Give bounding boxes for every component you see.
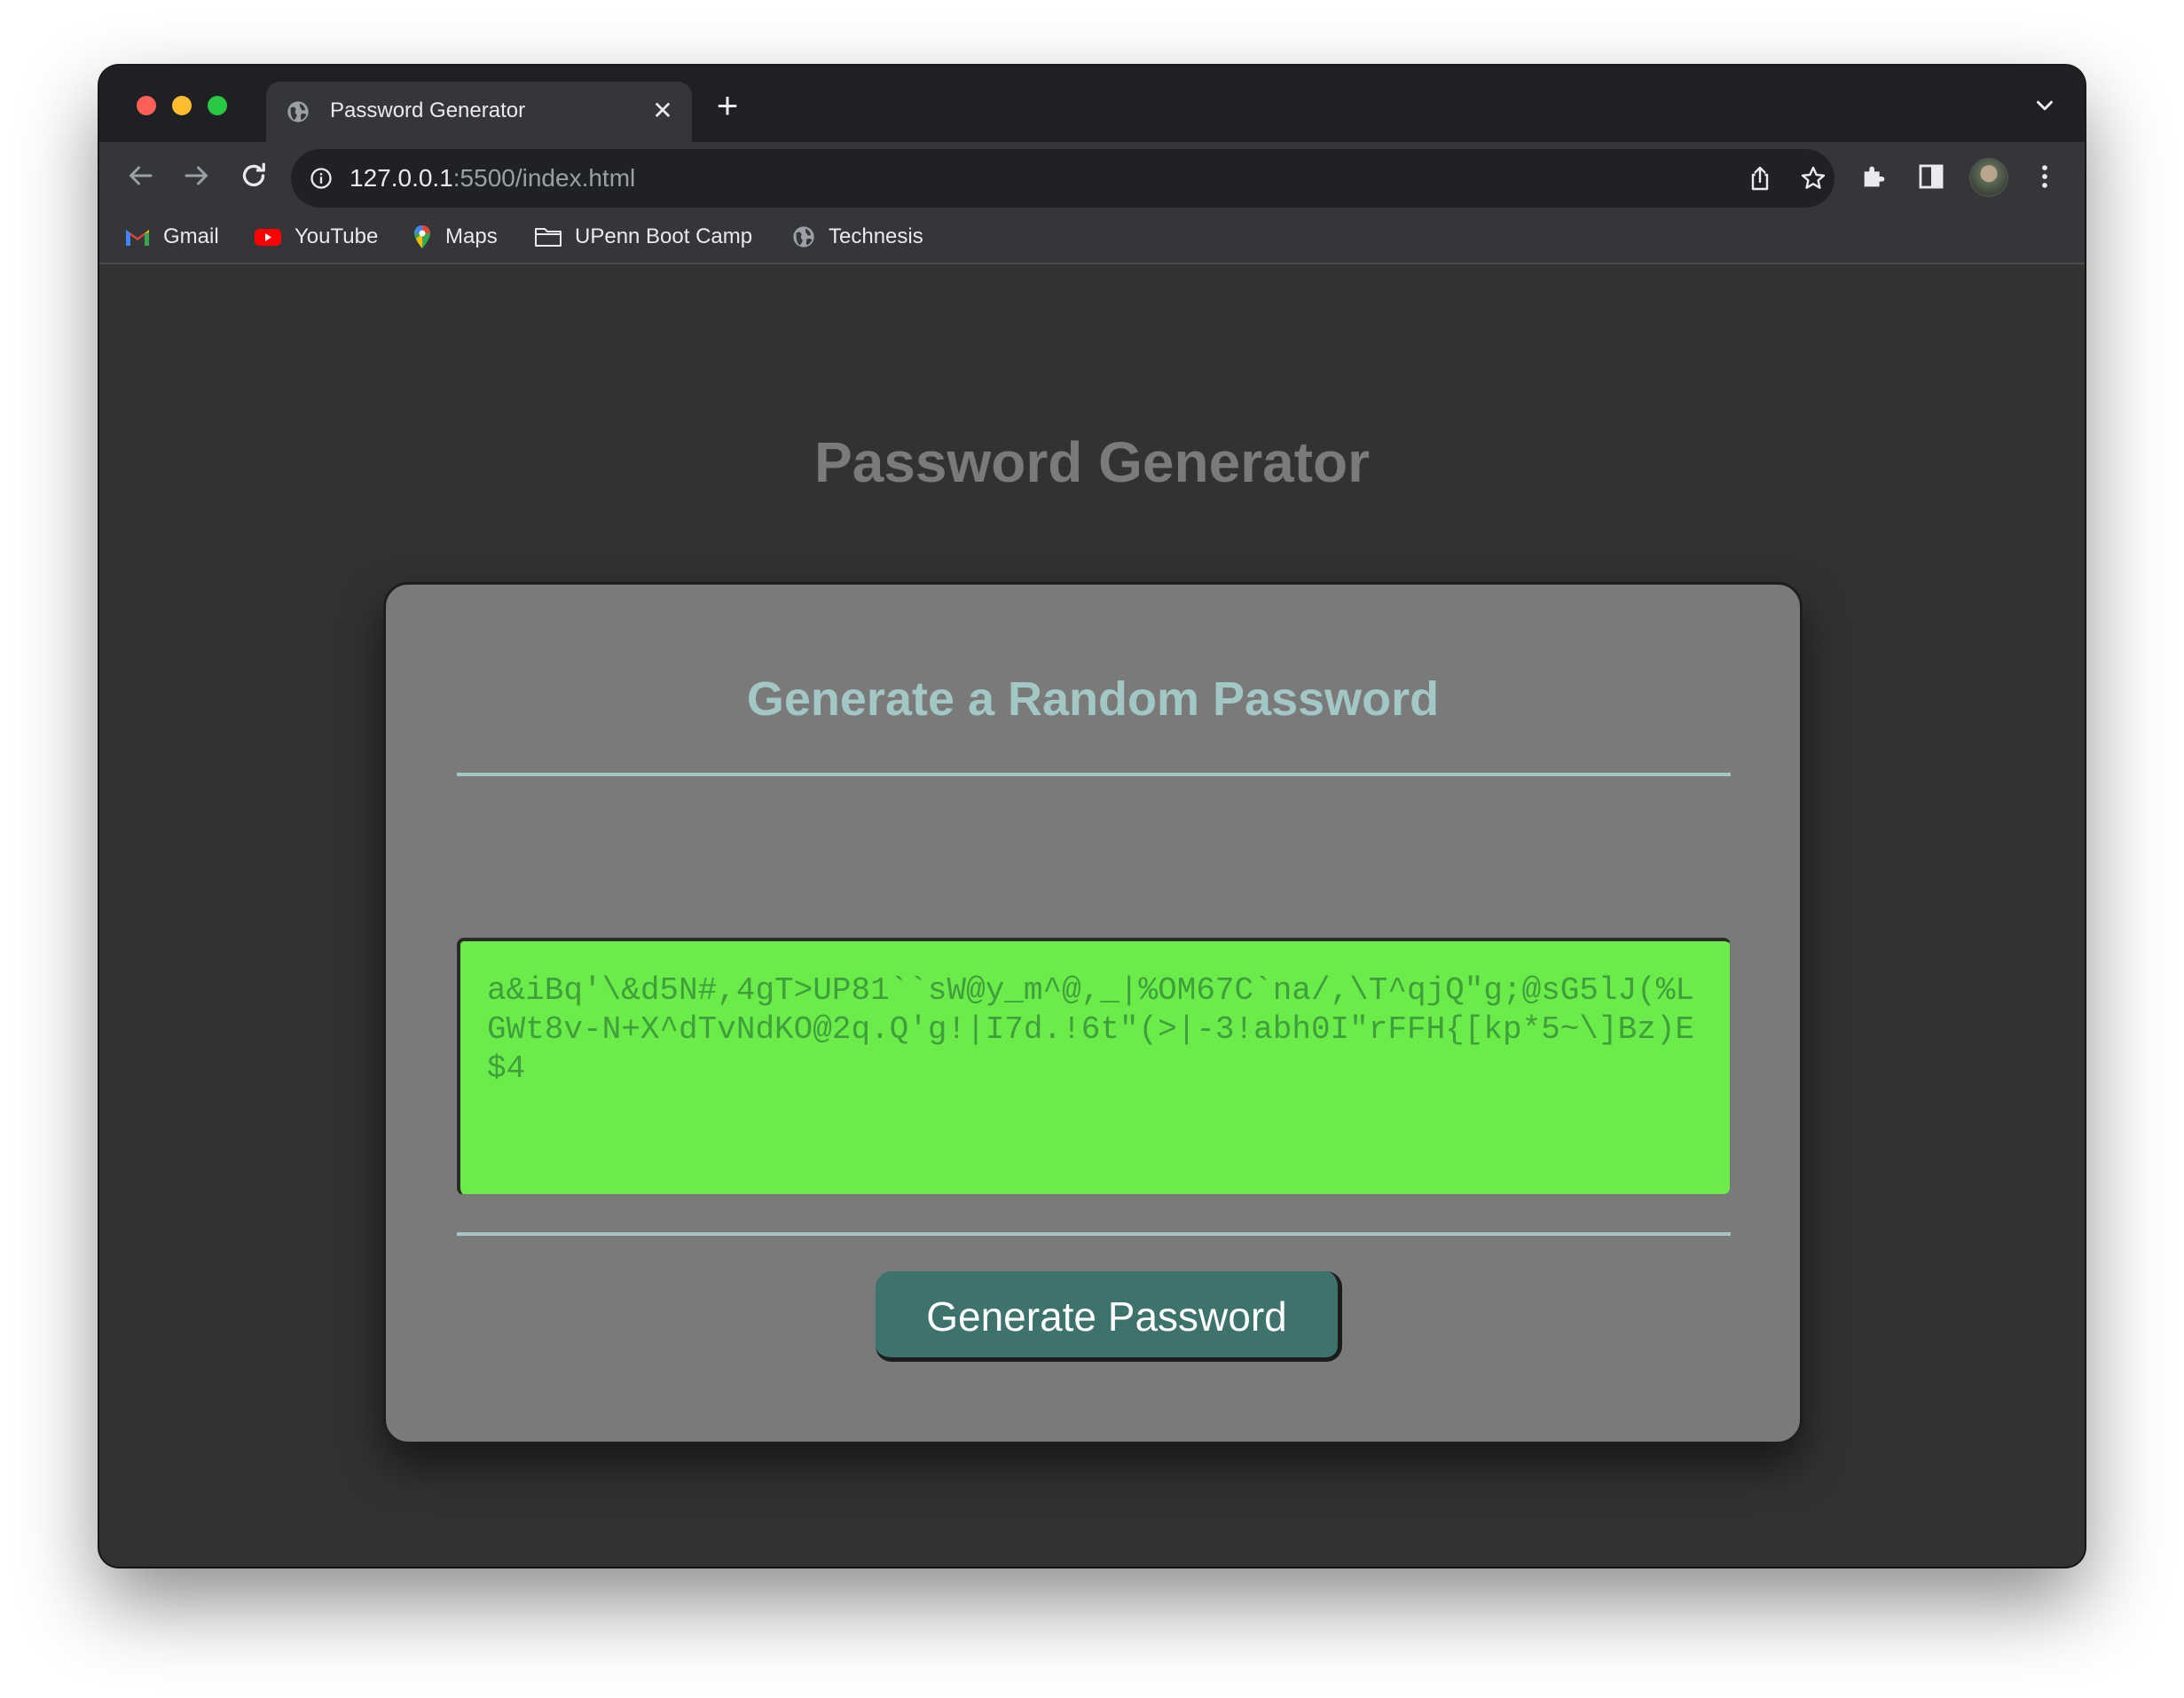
forward-arrow-icon[interactable] (181, 160, 213, 192)
new-tab-button[interactable]: + (711, 87, 743, 124)
tab-strip: Password Generator ✕ + (99, 66, 2085, 142)
url-host: 127.0.0.1 (350, 164, 453, 192)
side-panel-icon[interactable] (1916, 161, 1946, 192)
bookmark-maps[interactable]: Maps (412, 222, 498, 252)
browser-window: Password Generator ✕ + 127.0.0.1:5500/in… (99, 66, 2085, 1567)
profile-avatar[interactable] (1969, 158, 2008, 197)
close-window-button[interactable] (137, 96, 156, 115)
tab-password-generator[interactable]: Password Generator ✕ (266, 82, 692, 142)
bookmark-label: YouTube (295, 224, 379, 248)
page-viewport: Password Generator Generate a Random Pas… (99, 264, 2085, 1567)
bookmark-label: Maps (445, 224, 498, 248)
maximize-window-button[interactable] (208, 96, 227, 115)
info-icon[interactable] (309, 166, 334, 191)
minimize-window-button[interactable] (172, 96, 192, 115)
star-icon[interactable] (1799, 164, 1827, 193)
globe-icon (793, 226, 814, 248)
browser-toolbar: 127.0.0.1:5500/index.html (99, 142, 2085, 211)
bookmark-gmail[interactable]: Gmail (124, 222, 219, 252)
bookmark-label: UPenn Boot Camp (575, 224, 753, 248)
bookmarks-bar: Gmail YouTube Maps UPenn Boot Camp Techn… (99, 211, 2085, 264)
bookmark-technesis[interactable]: Technesis (791, 222, 923, 252)
close-tab-icon[interactable]: ✕ (649, 98, 676, 124)
address-bar[interactable]: 127.0.0.1:5500/index.html (291, 149, 1834, 208)
generator-card: Generate a Random Password a&iBq'\&d5N#,… (383, 582, 1803, 1444)
back-arrow-icon[interactable] (124, 160, 156, 192)
card-divider-top (457, 773, 1731, 776)
password-output[interactable]: a&iBq'\&d5N#,4gT>UP81``sW@y_m^@,_|%OM67C… (457, 938, 1731, 1195)
share-icon[interactable] (1746, 164, 1774, 193)
bookmark-label: Technesis (829, 224, 923, 248)
chevron-down-icon[interactable] (2031, 92, 2058, 119)
card-header: Generate a Random Password (746, 672, 1440, 726)
reload-icon[interactable] (238, 160, 270, 192)
more-menu-icon[interactable] (2030, 161, 2060, 192)
bookmark-upenn-boot-camp[interactable]: UPenn Boot Camp (534, 222, 752, 252)
gmail-icon (126, 230, 149, 246)
youtube-icon (255, 229, 281, 246)
page-title: Password Generator (814, 430, 1370, 494)
globe-icon (287, 101, 309, 122)
folder-icon (535, 228, 562, 247)
extensions-puzzle-icon[interactable] (1859, 161, 1889, 192)
url-path: :5500/index.html (452, 164, 636, 192)
bookmark-label: Gmail (163, 224, 219, 248)
card-divider-bottom (457, 1232, 1731, 1236)
maps-icon (414, 225, 430, 248)
url-text[interactable]: 127.0.0.1:5500/index.html (350, 164, 635, 193)
bookmark-youtube[interactable]: YouTube (254, 222, 378, 252)
tab-title: Password Generator (330, 98, 526, 122)
generate-password-button[interactable]: Generate Password (876, 1271, 1342, 1362)
